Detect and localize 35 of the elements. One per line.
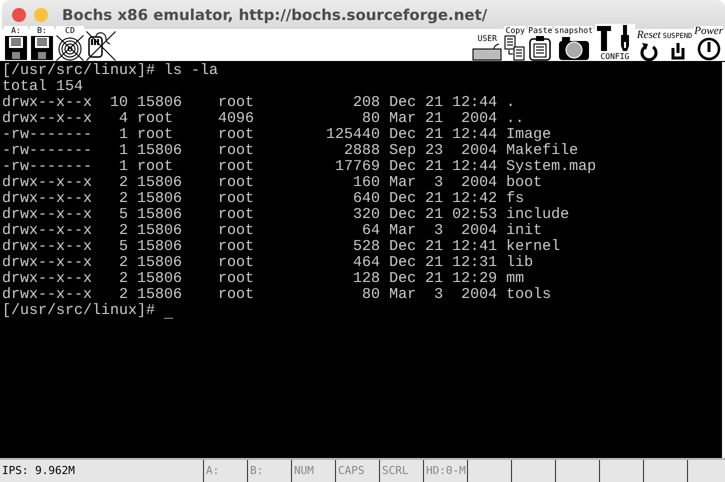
- terminal-line: -rw------- 1 root root 17769 Dec 21 12:44 System.map: [2, 159, 598, 175]
- terminal-line: drwx--x--x 2 15806 root 64 Mar 3 2004 init: [2, 223, 544, 239]
- status-indicator: HD:0-M: [424, 460, 468, 482]
- window-title: Bochs x86 emulator, http://bochs.sourceforge.net/: [62, 6, 488, 24]
- floppy-button[interactable]: A:: [4, 26, 28, 61]
- terminal-line: drwx--x--x 4 root 4096 80 Mar 21 2004 ..: [2, 111, 526, 127]
- terminal-line: drwx--x--x 2 15806 root 464 Dec 21 12:31 lib: [2, 255, 534, 271]
- config-button[interactable]: CONFIG: [594, 24, 635, 61]
- reset-button[interactable]: Reset: [636, 30, 661, 61]
- terminal-line: drwx--x--x 2 15806 root 640 Dec 21 12:42 fs: [2, 191, 526, 207]
- camera-button[interactable]: snapshot: [554, 26, 593, 61]
- terminal-line: drwx--x--x 5 15806 root 320 Dec 21 02:53 include: [2, 207, 570, 223]
- status-indicator: NUM: [292, 460, 336, 482]
- keyboard-button[interactable]: USER: [472, 34, 502, 61]
- status-indicator: IPS: 9.962M: [0, 460, 204, 482]
- status-indicator: SCRL: [380, 460, 424, 482]
- shell-prompt: [/usr/src/linux]#: [2, 303, 156, 319]
- copy-button[interactable]: Copy: [504, 26, 526, 61]
- terminal-line: drwx--x--x 2 15806 root 80 Mar 3 2004 tools: [2, 287, 552, 303]
- close-button[interactable]: [12, 8, 26, 22]
- terminal-line: [/usr/src/linux]# ls -la: [2, 63, 220, 79]
- terminal-line: -rw------- 1 15806 root 2888 Sep 23 2004 Makefile: [2, 143, 580, 159]
- terminal-line: drwx--x--x 2 15806 root 160 Mar 3 2004 boot: [2, 175, 544, 191]
- status-indicator: A:: [204, 460, 248, 482]
- floppy-button[interactable]: B:: [30, 26, 54, 61]
- paste-button[interactable]: Paste: [528, 26, 552, 61]
- status-indicator: CAPS: [336, 460, 380, 482]
- text-cursor: _: [164, 306, 174, 322]
- terminal-line: drwx--x--x 10 15806 root 208 Dec 21 12:44 .: [2, 95, 516, 111]
- terminal-line: drwx--x--x 2 15806 root 128 Dec 21 12:29 mm: [2, 271, 526, 287]
- terminal-line: drwx--x--x 5 15806 root 528 Dec 21 12:41 kernel: [2, 239, 562, 255]
- terminal-line: -rw------- 1 root root 125440 Dec 21 12:44 Image: [2, 127, 552, 143]
- power-button[interactable]: Power: [694, 26, 723, 61]
- status-indicator: B:: [248, 460, 292, 482]
- terminal-line: total 154: [2, 79, 84, 95]
